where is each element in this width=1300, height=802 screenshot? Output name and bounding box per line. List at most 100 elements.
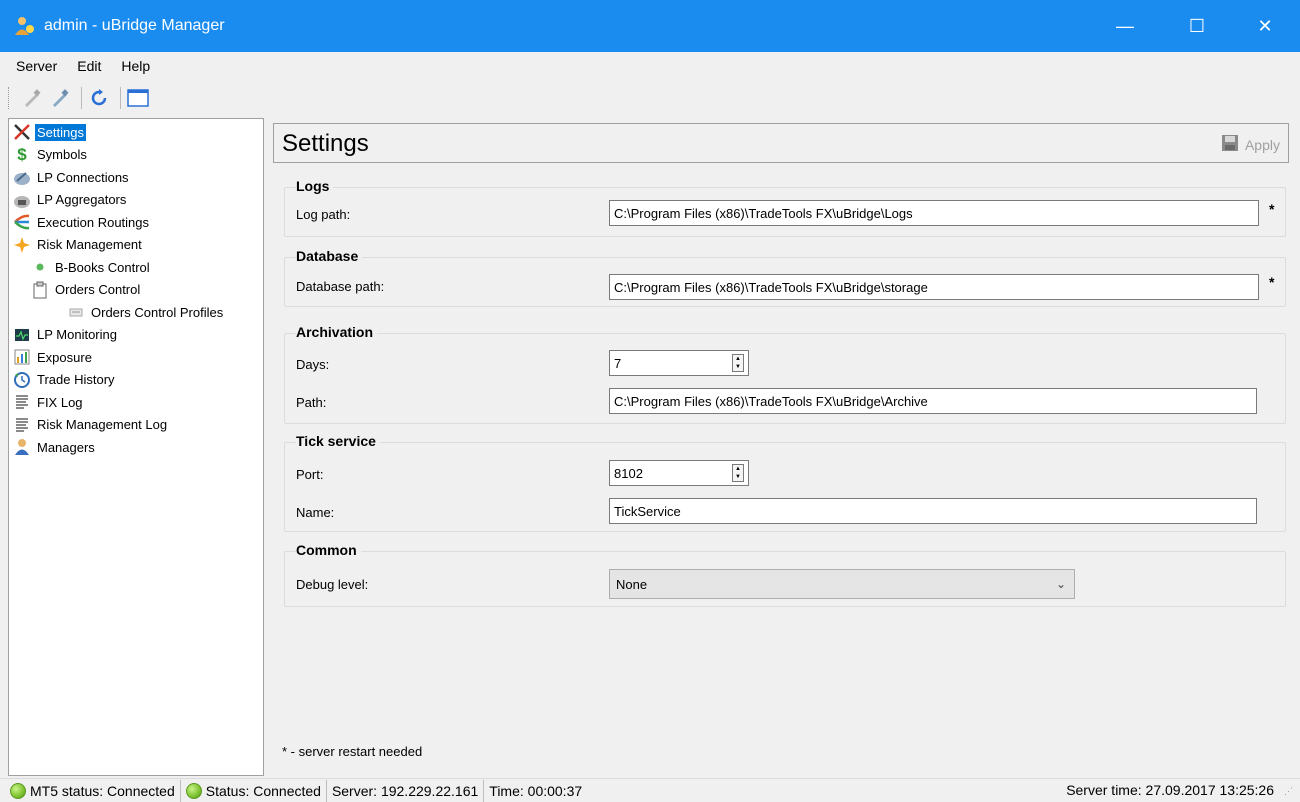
tree-item-trade-history[interactable]: Trade History: [9, 369, 263, 392]
tree-item-lp-monitoring[interactable]: LP Monitoring: [9, 324, 263, 347]
tree-item-label: Exposure: [37, 349, 92, 365]
profile-icon: [67, 303, 85, 321]
save-icon: [1221, 134, 1239, 155]
log-path-input[interactable]: C:\Program Files (x86)\TradeTools FX\uBr…: [609, 200, 1259, 226]
days-value: 7: [614, 355, 622, 371]
debug-level-value: None: [616, 576, 648, 592]
navigation-tree: Settings $ Symbols LP Connections LP Agg…: [8, 118, 264, 776]
menu-server[interactable]: Server: [6, 58, 67, 74]
toolbar-separator: [120, 87, 121, 109]
restart-needed-mark: *: [1269, 201, 1275, 217]
monitor-icon: [13, 326, 31, 344]
port-label: Port:: [296, 467, 324, 482]
service-name-input[interactable]: TickService: [609, 498, 1257, 524]
title-bar: admin - uBridge Manager — ☐ ✕: [0, 0, 1300, 52]
spin-arrows-icon[interactable]: ▲ ▼: [732, 354, 744, 372]
toolbar: [0, 82, 1300, 114]
settings-panel: Settings Apply Logs Log path: C:\Program…: [270, 118, 1296, 776]
days-label: Days:: [296, 357, 330, 372]
dollar-icon: $: [17, 144, 27, 164]
connect-icon[interactable]: [20, 86, 44, 110]
database-group: Database Database path: C:\Program Files…: [284, 248, 1286, 307]
resize-grip-icon[interactable]: ⋰: [1284, 787, 1296, 800]
log-path-label: Log path:: [296, 207, 351, 222]
window-icon[interactable]: [126, 86, 150, 110]
server-time: Server time: 27.09.2017 13:25:26: [1066, 782, 1274, 798]
tree-item-label: Trade History: [37, 372, 115, 388]
logs-group: Logs Log path: C:\Program Files (x86)\Tr…: [284, 178, 1286, 237]
maximize-button[interactable]: ☐: [1168, 0, 1226, 52]
status-ok-icon: [185, 782, 202, 799]
aggregator-icon: [13, 191, 31, 209]
tick-service-group-title: Tick service: [296, 433, 380, 449]
mt5-status-text: MT5 status: Connected: [30, 782, 175, 799]
archive-path-label: Path:: [296, 395, 327, 410]
risk-icon: [13, 236, 31, 254]
tree-item-risk-management-log[interactable]: Risk Management Log: [9, 414, 263, 437]
tree-item-risk-management[interactable]: Risk Management: [9, 234, 263, 257]
tools-icon: [13, 123, 31, 141]
bullet-icon: [31, 258, 49, 276]
tree-item-label: FIX Log: [37, 394, 83, 410]
tree-item-label: Managers: [37, 439, 95, 455]
tree-item-symbols[interactable]: $ Symbols: [9, 144, 263, 167]
refresh-icon[interactable]: [87, 86, 111, 110]
tree-item-settings[interactable]: Settings: [9, 121, 263, 144]
tree-item-execution-routings[interactable]: Execution Routings: [9, 211, 263, 234]
apply-button[interactable]: Apply: [1221, 134, 1280, 155]
tree-item-orders-control[interactable]: Orders Control: [9, 279, 263, 302]
tree-item-label: LP Connections: [37, 169, 129, 185]
restart-footnote: * - server restart needed: [282, 744, 423, 759]
service-name-label: Name:: [296, 505, 335, 520]
tree-item-label: LP Aggregators: [37, 192, 127, 208]
tree-item-label: Orders Control Profiles: [91, 304, 224, 320]
port-value: 8102: [614, 465, 643, 481]
tree-item-lp-aggregators[interactable]: LP Aggregators: [9, 189, 263, 212]
chevron-down-icon: ⌄: [1055, 577, 1066, 591]
window-title: admin - uBridge Manager: [44, 17, 225, 34]
status-ok-icon: [10, 782, 26, 799]
debug-level-select[interactable]: None ⌄: [609, 569, 1075, 599]
panel-header: Settings Apply: [273, 123, 1289, 163]
chart-icon: [13, 348, 31, 366]
spin-arrows-icon[interactable]: ▲ ▼: [732, 464, 744, 482]
menu-bar: Server Edit Help: [0, 52, 1300, 80]
status-bar: MT5 status: Connected Status: Connected …: [0, 778, 1300, 802]
tree-item-lp-connections[interactable]: LP Connections: [9, 166, 263, 189]
tree-item-fix-log[interactable]: FIX Log: [9, 391, 263, 414]
tree-item-orders-control-profiles[interactable]: Orders Control Profiles: [9, 301, 263, 324]
tree-item-label: Symbols: [37, 147, 87, 163]
port-stepper[interactable]: 8102 ▲ ▼: [609, 460, 749, 486]
database-path-input[interactable]: C:\Program Files (x86)\TradeTools FX\uBr…: [609, 274, 1259, 300]
menu-edit[interactable]: Edit: [67, 58, 111, 74]
session-time: Time: 00:00:37: [484, 780, 587, 802]
restart-needed-mark: *: [1269, 274, 1275, 290]
database-group-title: Database: [296, 248, 363, 264]
tree-item-label: Execution Routings: [37, 214, 150, 230]
history-icon: [13, 371, 31, 389]
tree-item-label: Risk Management Log: [37, 417, 168, 433]
routing-icon: [13, 213, 31, 231]
archivation-group: Archivation Days: 7 ▲ ▼ Path: C:\Program …: [284, 324, 1286, 424]
server-address-text: Server: 192.229.22.161: [331, 782, 479, 799]
tree-item-label: LP Monitoring: [37, 327, 117, 343]
connection-status-text: Status: Connected: [205, 782, 321, 799]
archive-path-input[interactable]: C:\Program Files (x86)\TradeTools FX\uBr…: [609, 388, 1257, 414]
common-group: Common Debug level: None ⌄: [284, 542, 1286, 607]
tree-item-b-books-control[interactable]: B-Books Control: [9, 256, 263, 279]
page-title: Settings: [282, 130, 369, 157]
tree-item-label: Risk Management: [37, 237, 142, 253]
plug-icon: [13, 168, 31, 186]
debug-level-label: Debug level:: [296, 577, 369, 592]
close-button[interactable]: ✕: [1236, 0, 1294, 52]
tick-service-group: Tick service Port: 8102 ▲ ▼ Name: TickSer…: [284, 433, 1286, 532]
connection-status: Status: Connected: [181, 779, 327, 802]
database-path-label: Database path:: [296, 279, 385, 294]
disconnect-icon[interactable]: [48, 86, 72, 110]
days-stepper[interactable]: 7 ▲ ▼: [609, 350, 749, 376]
minimize-button[interactable]: —: [1096, 0, 1154, 52]
tree-item-managers[interactable]: Managers: [9, 436, 263, 459]
app-icon: [12, 14, 36, 38]
tree-item-exposure[interactable]: Exposure: [9, 346, 263, 369]
menu-help[interactable]: Help: [111, 58, 160, 74]
